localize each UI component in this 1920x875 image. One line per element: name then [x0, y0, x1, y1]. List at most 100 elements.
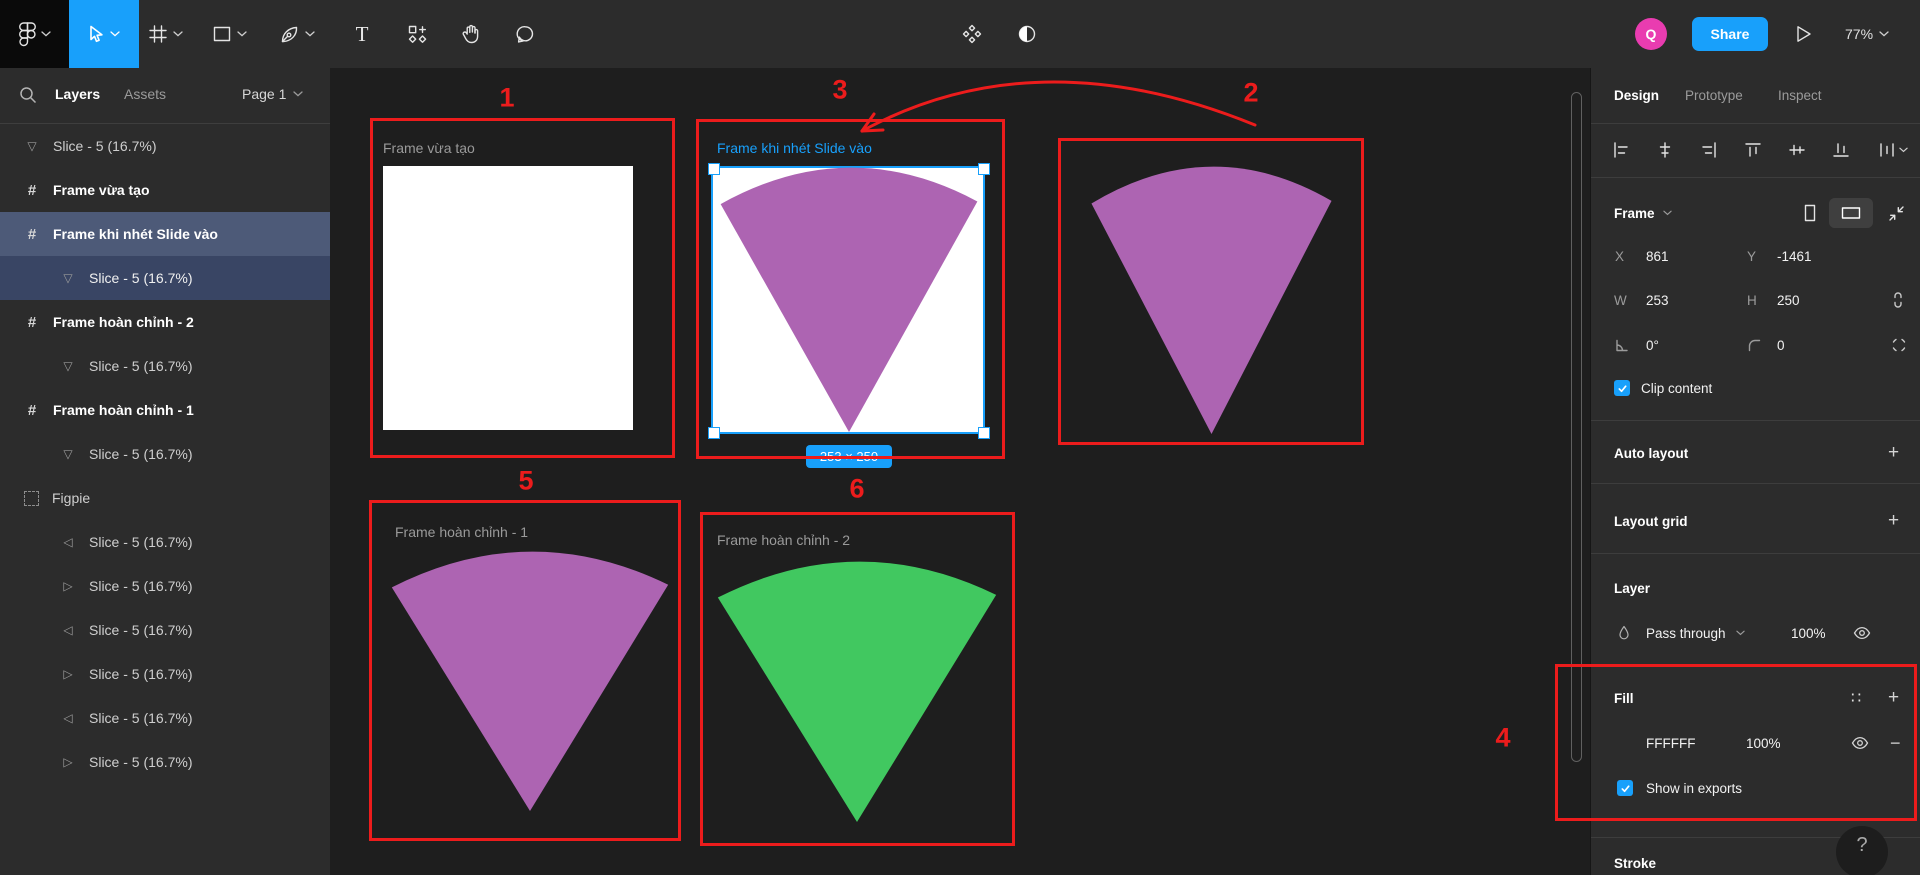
layer-row-frame[interactable]: #Frame hoàn chỉnh - 2	[0, 300, 330, 344]
search-button[interactable]	[18, 85, 40, 107]
tab-assets[interactable]: Assets	[124, 86, 166, 102]
rectangle-tool-icon	[213, 26, 231, 42]
main-menu-button[interactable]	[0, 0, 69, 68]
tab-layers[interactable]: Layers	[55, 86, 100, 102]
selection-handle-se[interactable]	[978, 427, 990, 439]
slice-icon: ◁	[60, 535, 76, 549]
layer-row-slice[interactable]: ◁Slice - 5 (16.7%)	[0, 608, 330, 652]
clip-content-label[interactable]: Clip content	[1641, 381, 1712, 396]
frame-label-selected[interactable]: Frame khi nhét Slide vào	[717, 140, 872, 156]
y-input[interactable]: -1461	[1777, 249, 1812, 264]
comment-tool-button[interactable]	[502, 0, 548, 68]
resources-tool-button[interactable]	[394, 0, 440, 68]
align-vertical-center-button[interactable]	[1789, 142, 1805, 158]
shape-tool-button[interactable]	[207, 0, 253, 68]
layer-row-frame[interactable]: #Frame hoàn chỉnh - 1	[0, 388, 330, 432]
layer-row-slice[interactable]: ◁Slice - 5 (16.7%)	[0, 696, 330, 740]
x-input[interactable]: 861	[1646, 249, 1669, 264]
frame-type-dropdown[interactable]: Frame	[1614, 206, 1672, 221]
layer-row-frame-selected[interactable]: #Frame khi nhét Slide vào	[0, 212, 330, 256]
present-button[interactable]	[1790, 22, 1818, 46]
fill-visibility-button[interactable]	[1851, 736, 1869, 750]
layer-row-slice[interactable]: ▽Slice - 5 (16.7%)	[0, 432, 330, 476]
zoom-menu-button[interactable]: 77%	[1845, 22, 1889, 46]
add-auto-layout-button[interactable]: +	[1888, 442, 1899, 464]
avatar[interactable]: Q	[1635, 18, 1667, 50]
distribute-menu-button[interactable]	[1879, 142, 1908, 158]
add-fill-button[interactable]: +	[1888, 687, 1899, 709]
height-input[interactable]: 250	[1777, 293, 1800, 308]
add-layout-grid-button[interactable]: +	[1888, 510, 1899, 532]
fill-hex-input[interactable]: FFFFFF	[1646, 736, 1695, 751]
canvas[interactable]: Frame vừa tạo 1 Frame khi nhét Slide vào…	[330, 68, 1590, 875]
chevron-down-icon	[173, 31, 183, 37]
tab-prototype[interactable]: Prototype	[1685, 88, 1743, 103]
layer-row-slice[interactable]: ▷Slice - 5 (16.7%)	[0, 564, 330, 608]
layer-visibility-button[interactable]	[1853, 626, 1871, 640]
fill-styles-button[interactable]: ∷	[1851, 688, 1862, 708]
page-selector[interactable]: Page 1	[242, 86, 303, 102]
clip-content-checkbox[interactable]	[1614, 380, 1630, 396]
blend-mode-icon	[1617, 625, 1631, 642]
align-bottom-button[interactable]	[1833, 142, 1849, 158]
layer-row-slice[interactable]: ◁Slice - 5 (16.7%)	[0, 520, 330, 564]
share-button[interactable]: Share	[1692, 17, 1768, 51]
selection-handle-ne[interactable]	[978, 163, 990, 175]
orientation-landscape-button[interactable]	[1829, 198, 1873, 228]
frame-new[interactable]	[383, 166, 633, 430]
fill-opacity-input[interactable]: 100%	[1746, 736, 1781, 751]
layer-row-slice[interactable]: ▽Slice - 5 (16.7%)	[0, 124, 330, 168]
text-tool-button[interactable]: T	[339, 0, 385, 68]
pie-slice-purple[interactable]	[389, 551, 671, 811]
independent-corners-button[interactable]	[1891, 337, 1907, 353]
width-input[interactable]: 253	[1646, 293, 1669, 308]
diamond-grid-icon	[962, 24, 982, 44]
layer-row-frame[interactable]: #Frame vừa tạo	[0, 168, 330, 212]
view-settings-button[interactable]	[949, 0, 995, 68]
chevron-down-icon	[110, 31, 120, 37]
layer-row-slice[interactable]: ▷Slice - 5 (16.7%)	[0, 652, 330, 696]
selection-handle-nw[interactable]	[708, 163, 720, 175]
pen-tool-button[interactable]	[274, 0, 320, 68]
orientation-portrait-button[interactable]	[1803, 204, 1817, 222]
pie-slice-purple[interactable]	[1089, 166, 1334, 434]
layer-row-slice[interactable]: ▷Slice - 5 (16.7%)	[0, 740, 330, 784]
frame-tool-button[interactable]	[143, 0, 189, 68]
align-top-button[interactable]	[1745, 142, 1761, 158]
layer-row-slice-selected[interactable]: ▽Slice - 5 (16.7%)	[0, 256, 330, 300]
layer-row-figpie[interactable]: Figpie	[0, 476, 330, 520]
align-right-button[interactable]	[1701, 142, 1717, 158]
frame-label[interactable]: Frame vừa tạo	[383, 140, 475, 156]
remove-fill-button[interactable]: −	[1890, 733, 1901, 754]
pie-slice-green[interactable]	[715, 561, 999, 822]
inspector-panel: Design Prototype Inspect Frame	[1590, 68, 1920, 875]
stroke-section-title: Stroke	[1614, 856, 1656, 871]
show-in-exports-label[interactable]: Show in exports	[1646, 781, 1742, 796]
contrast-icon	[1017, 24, 1037, 44]
frame-label[interactable]: Frame hoàn chỉnh - 2	[717, 532, 850, 548]
show-in-exports-checkbox[interactable]	[1617, 780, 1633, 796]
help-button[interactable]: ?	[1836, 826, 1888, 875]
frame-label[interactable]: Frame hoàn chỉnh - 1	[395, 524, 528, 540]
theme-toggle-button[interactable]	[1004, 0, 1050, 68]
pie-slice-purple[interactable]	[718, 167, 980, 432]
align-horizontal-center-button[interactable]	[1657, 142, 1673, 158]
hand-tool-button[interactable]	[448, 0, 494, 68]
constrain-proportions-button[interactable]	[1891, 291, 1905, 309]
selection-handle-sw[interactable]	[708, 427, 720, 439]
layer-opacity-input[interactable]: 100%	[1791, 626, 1826, 641]
corner-radius-input[interactable]: 0	[1777, 338, 1785, 353]
frame-icon: #	[24, 402, 40, 419]
chevron-down-icon	[1879, 31, 1889, 37]
align-left-button[interactable]	[1613, 142, 1629, 158]
tab-inspect[interactable]: Inspect	[1778, 88, 1822, 103]
move-tool-button[interactable]	[69, 0, 139, 68]
dashed-frame-icon	[24, 491, 39, 506]
tab-design[interactable]: Design	[1614, 88, 1659, 103]
layer-row-slice[interactable]: ▽Slice - 5 (16.7%)	[0, 344, 330, 388]
shrink-to-fit-button[interactable]	[1888, 205, 1905, 222]
canvas-scrollbar[interactable]	[1571, 92, 1582, 762]
rotation-input[interactable]: 0°	[1646, 338, 1659, 353]
layer-section-title: Layer	[1614, 581, 1650, 596]
blend-mode-dropdown[interactable]: Pass through	[1646, 626, 1745, 641]
